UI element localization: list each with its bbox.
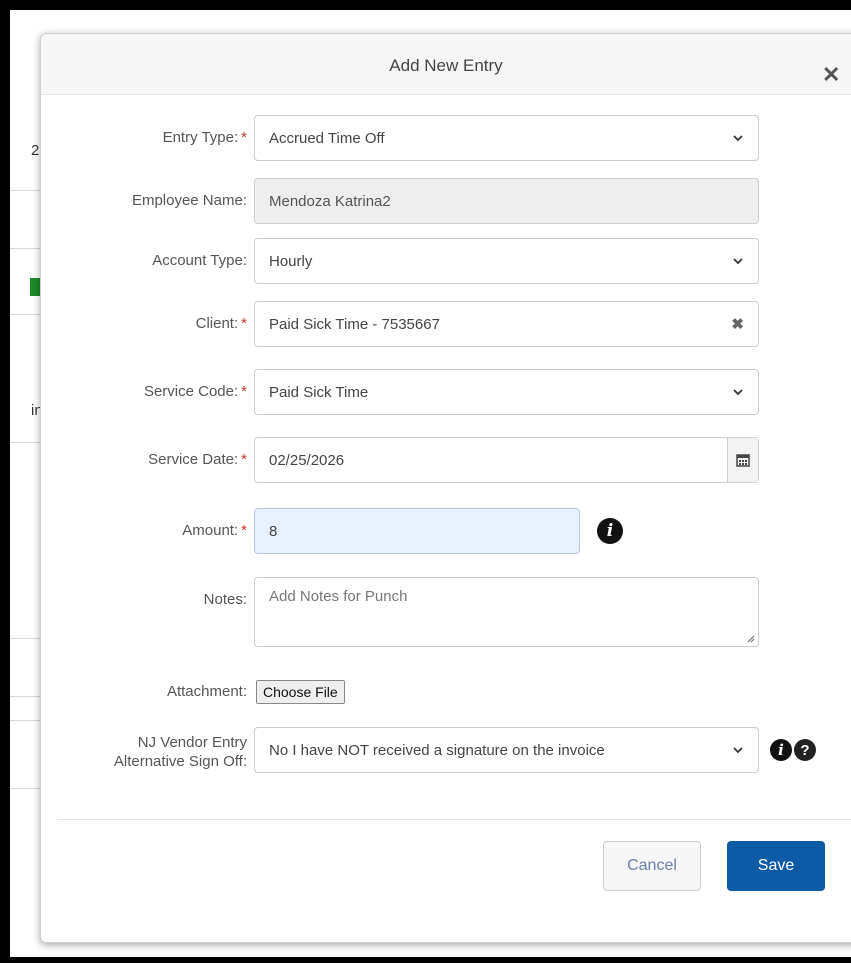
background-divider [10, 314, 42, 315]
client-select[interactable]: Paid Sick Time - 7535667 ✖ [254, 301, 759, 347]
chevron-down-icon [733, 747, 743, 754]
service-date-input[interactable]: 02/25/2026 [254, 437, 759, 483]
employee-name-value: Mendoza Katrina2 [269, 192, 391, 210]
client-label-text: Client: [195, 315, 239, 332]
nj-vendor-value: No I have NOT received a signature on th… [269, 741, 605, 759]
nj-vendor-label: NJ Vendor Entry Alternative Sign Off: [114, 733, 247, 771]
choose-file-button[interactable]: Choose File [256, 680, 345, 704]
background-divider [10, 696, 42, 697]
service-code-value: Paid Sick Time [269, 383, 369, 401]
client-value: Paid Sick Time - 7535667 [269, 315, 440, 333]
question-icon[interactable]: ? [794, 739, 816, 761]
resize-handle-icon[interactable] [745, 633, 755, 643]
account-type-value: Hourly [269, 252, 313, 270]
client-label: Client: * [196, 315, 247, 332]
add-entry-modal: Add New Entry ✕ Entry Type: * Accrued Tim… [40, 33, 851, 943]
nj-vendor-label-line1: NJ Vendor Entry [137, 734, 247, 751]
modal-title: Add New Entry [389, 56, 503, 75]
entry-type-label: Entry Type: * [163, 129, 247, 146]
background-divider [10, 442, 42, 443]
background-divider [10, 638, 42, 639]
service-code-label-text: Service Code: [143, 383, 239, 400]
cancel-button[interactable]: Cancel [603, 841, 701, 891]
modal-header: Add New Entry ✕ [41, 34, 851, 95]
service-date-label: Service Date: * [148, 451, 247, 468]
background-divider [10, 190, 42, 191]
service-date-value: 02/25/2026 [269, 451, 345, 469]
attachment-label: Attachment: [166, 683, 247, 700]
required-marker: * [241, 383, 247, 400]
employee-name-field: Mendoza Katrina2 [254, 178, 759, 224]
save-button[interactable]: Save [727, 841, 825, 891]
info-icon[interactable]: i [770, 739, 792, 761]
clear-x-icon[interactable]: ✖ [731, 315, 744, 333]
required-marker: * [241, 315, 247, 332]
amount-value: 8 [269, 522, 278, 540]
notes-label: Notes: [203, 591, 247, 608]
background-divider [10, 788, 42, 789]
chevron-down-icon [733, 258, 743, 265]
chevron-down-icon [733, 389, 743, 396]
service-code-label: Service Code: * [144, 383, 247, 400]
notes-placeholder: Add Notes for Punch [269, 588, 408, 605]
background-divider [10, 720, 42, 721]
nj-vendor-select[interactable]: No I have NOT received a signature on th… [254, 727, 759, 773]
account-type-label: Account Type: [152, 252, 247, 269]
required-marker: * [241, 129, 247, 146]
info-icon[interactable]: i [597, 518, 623, 544]
amount-label: Amount: * [182, 522, 247, 539]
required-marker: * [241, 451, 247, 468]
footer-divider [57, 819, 851, 820]
chevron-down-icon [733, 135, 743, 142]
amount-input[interactable]: 8 [254, 508, 580, 554]
account-type-select[interactable]: Hourly [254, 238, 759, 284]
nj-vendor-label-line2: Alternative Sign Off: [113, 753, 247, 770]
background-divider [10, 248, 42, 249]
service-code-select[interactable]: Paid Sick Time [254, 369, 759, 415]
service-date-label-text: Service Date: [148, 451, 239, 468]
employee-name-label: Employee Name: [131, 192, 247, 209]
background-partial-text: 2 [31, 142, 40, 159]
amount-label-text: Amount: [182, 522, 239, 539]
notes-textarea[interactable]: Add Notes for Punch [254, 577, 759, 647]
entry-type-select[interactable]: Accrued Time Off [254, 115, 759, 161]
close-icon[interactable]: ✕ [822, 64, 840, 86]
entry-type-value: Accrued Time Off [269, 129, 385, 147]
required-marker: * [241, 522, 247, 539]
entry-type-label-text: Entry Type: [162, 129, 239, 146]
calendar-icon[interactable] [727, 438, 758, 482]
